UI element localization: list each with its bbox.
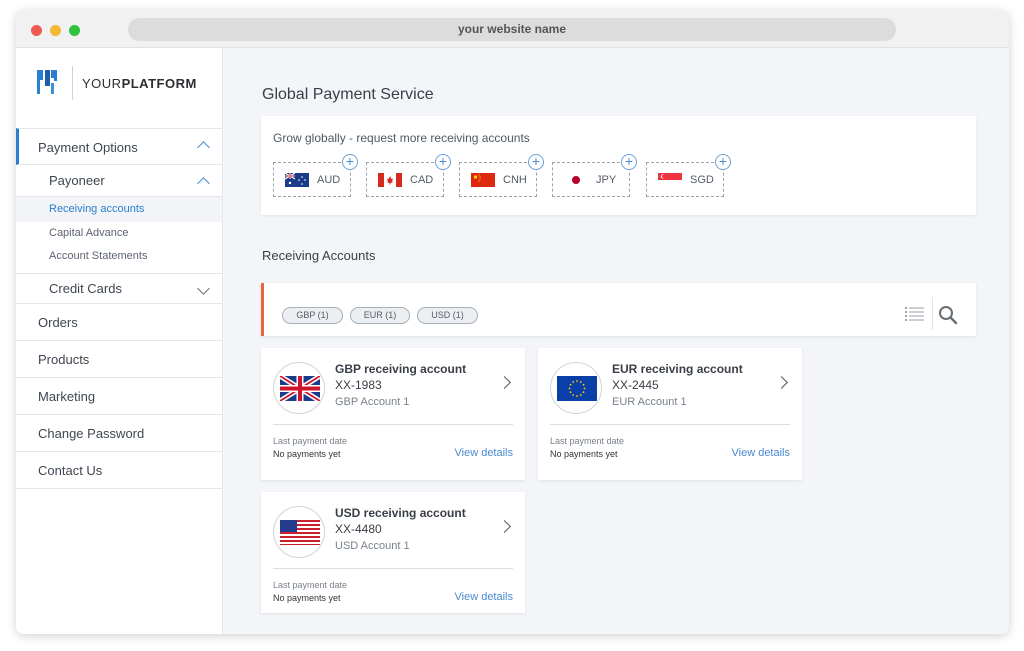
view-details-link[interactable]: View details — [732, 447, 791, 459]
currency-code: CNH — [503, 174, 527, 186]
section-title-receiving-accounts: Receiving Accounts — [262, 248, 376, 263]
sidebar-item-label: Payment Options — [38, 140, 138, 155]
card-divider — [273, 424, 513, 425]
australia-flag-icon — [285, 173, 309, 187]
title-bar: your website name — [16, 10, 1009, 48]
payoneer-submenu: Receiving accounts Capital Advance Accou… — [16, 197, 222, 274]
filter-chip-gbp[interactable]: GBP (1) — [282, 307, 343, 324]
platform-logo-icon — [37, 70, 57, 94]
plus-icon[interactable]: + — [528, 154, 544, 170]
search-icon[interactable] — [938, 305, 958, 325]
view-details-link[interactable]: View details — [455, 591, 514, 603]
list-view-icon[interactable] — [905, 307, 924, 321]
account-title: GBP receiving account — [335, 362, 467, 376]
us-flag-badge — [273, 506, 325, 558]
plus-icon[interactable]: + — [621, 154, 637, 170]
last-payment-value: No payments yet — [273, 449, 341, 459]
minimize-window-button[interactable] — [50, 25, 61, 36]
sidebar: YOURPLATFORM Payment Options Payoneer Re… — [16, 48, 223, 634]
filter-chip-eur[interactable]: EUR (1) — [350, 307, 410, 324]
filter-bar: GBP (1) EUR (1) USD (1) — [261, 283, 976, 336]
toolbar-divider — [932, 297, 933, 330]
account-name: GBP Account 1 — [335, 396, 410, 408]
currency-request-jpy[interactable]: JPY + — [552, 154, 637, 197]
last-payment-label: Last payment date — [273, 436, 348, 446]
sidebar-item-payoneer[interactable]: Payoneer — [16, 165, 222, 197]
browser-window: your website name YOURPLATFORM Payment O… — [16, 10, 1009, 634]
account-number: XX-1983 — [335, 378, 382, 392]
logo-text: YOURPLATFORM — [82, 76, 197, 91]
grow-globally-title: Grow globally - request more receiving a… — [273, 131, 530, 145]
currency-code: SGD — [690, 174, 714, 186]
canada-flag-icon — [378, 173, 402, 187]
plus-icon[interactable]: + — [342, 154, 358, 170]
sidebar-item-account-statements[interactable]: Account Statements — [16, 245, 222, 268]
japan-flag-icon — [564, 173, 588, 187]
currency-request-cnh[interactable]: CNH + — [459, 154, 544, 197]
account-number: XX-4480 — [335, 522, 382, 536]
account-name: USD Account 1 — [335, 540, 410, 552]
logo[interactable]: YOURPLATFORM — [36, 64, 216, 102]
currency-code: JPY — [596, 174, 617, 186]
currency-request-aud[interactable]: AUD + — [273, 154, 358, 197]
maximize-window-button[interactable] — [69, 25, 80, 36]
sidebar-item-label: Payoneer — [49, 173, 105, 188]
plus-icon[interactable]: + — [715, 154, 731, 170]
last-payment-value: No payments yet — [273, 593, 341, 603]
sidebar-item-products[interactable]: Products — [16, 341, 222, 378]
account-title: EUR receiving account — [612, 362, 743, 376]
sidebar-item-contact-us[interactable]: Contact Us — [16, 452, 222, 489]
close-window-button[interactable] — [31, 25, 42, 36]
sidebar-item-payment-options[interactable]: Payment Options — [16, 128, 222, 165]
account-card-eur[interactable]: EUR receiving account XX-2445 EUR Accoun… — [538, 348, 802, 480]
sidebar-item-label: Credit Cards — [49, 281, 122, 296]
account-name: EUR Account 1 — [612, 396, 687, 408]
chevron-down-icon — [197, 282, 210, 295]
account-number: XX-2445 — [612, 378, 659, 392]
chevron-right-icon[interactable] — [498, 376, 511, 389]
address-bar[interactable]: your website name — [128, 18, 896, 41]
plus-icon[interactable]: + — [435, 154, 451, 170]
chevron-right-icon[interactable] — [498, 520, 511, 533]
sidebar-item-orders[interactable]: Orders — [16, 304, 222, 341]
currency-request-cad[interactable]: CAD + — [366, 154, 451, 197]
chevron-up-icon — [197, 177, 210, 190]
filter-chip-usd[interactable]: USD (1) — [417, 307, 478, 324]
sidebar-item-capital-advance[interactable]: Capital Advance — [16, 222, 222, 245]
chevron-right-icon[interactable] — [775, 376, 788, 389]
sidebar-item-marketing[interactable]: Marketing — [16, 378, 222, 415]
sidebar-item-receiving-accounts[interactable]: Receiving accounts — [16, 197, 222, 222]
singapore-flag-icon — [658, 173, 682, 187]
currency-code: CAD — [410, 174, 434, 186]
currency-code: AUD — [317, 174, 341, 186]
sidebar-item-credit-cards[interactable]: Credit Cards — [16, 274, 222, 304]
uk-flag-badge — [273, 362, 325, 414]
sidebar-nav: Payment Options Payoneer Receiving accou… — [16, 128, 222, 489]
logo-divider — [72, 66, 73, 100]
last-payment-label: Last payment date — [550, 436, 625, 446]
account-title: USD receiving account — [335, 506, 466, 520]
last-payment-value: No payments yet — [550, 449, 618, 459]
account-card-gbp[interactable]: GBP receiving account XX-1983 GBP Accoun… — [261, 348, 525, 480]
us-flag-icon — [280, 520, 320, 545]
eu-flag-badge — [550, 362, 602, 414]
currency-request-sgd[interactable]: SGD + — [646, 154, 731, 197]
chevron-up-icon — [197, 141, 210, 154]
last-payment-label: Last payment date — [273, 580, 348, 590]
grow-globally-card: Grow globally - request more receiving a… — [261, 116, 976, 215]
main-content: Global Payment Service Grow globally - r… — [223, 48, 1009, 634]
account-card-usd[interactable]: USD receiving account XX-4480 USD Accoun… — [261, 492, 525, 613]
uk-flag-icon — [280, 376, 320, 401]
page-title: Global Payment Service — [262, 86, 434, 103]
view-details-link[interactable]: View details — [455, 447, 514, 459]
card-divider — [273, 568, 513, 569]
sidebar-item-change-password[interactable]: Change Password — [16, 415, 222, 452]
eu-flag-icon — [557, 376, 597, 401]
card-divider — [550, 424, 790, 425]
china-flag-icon — [471, 173, 495, 187]
